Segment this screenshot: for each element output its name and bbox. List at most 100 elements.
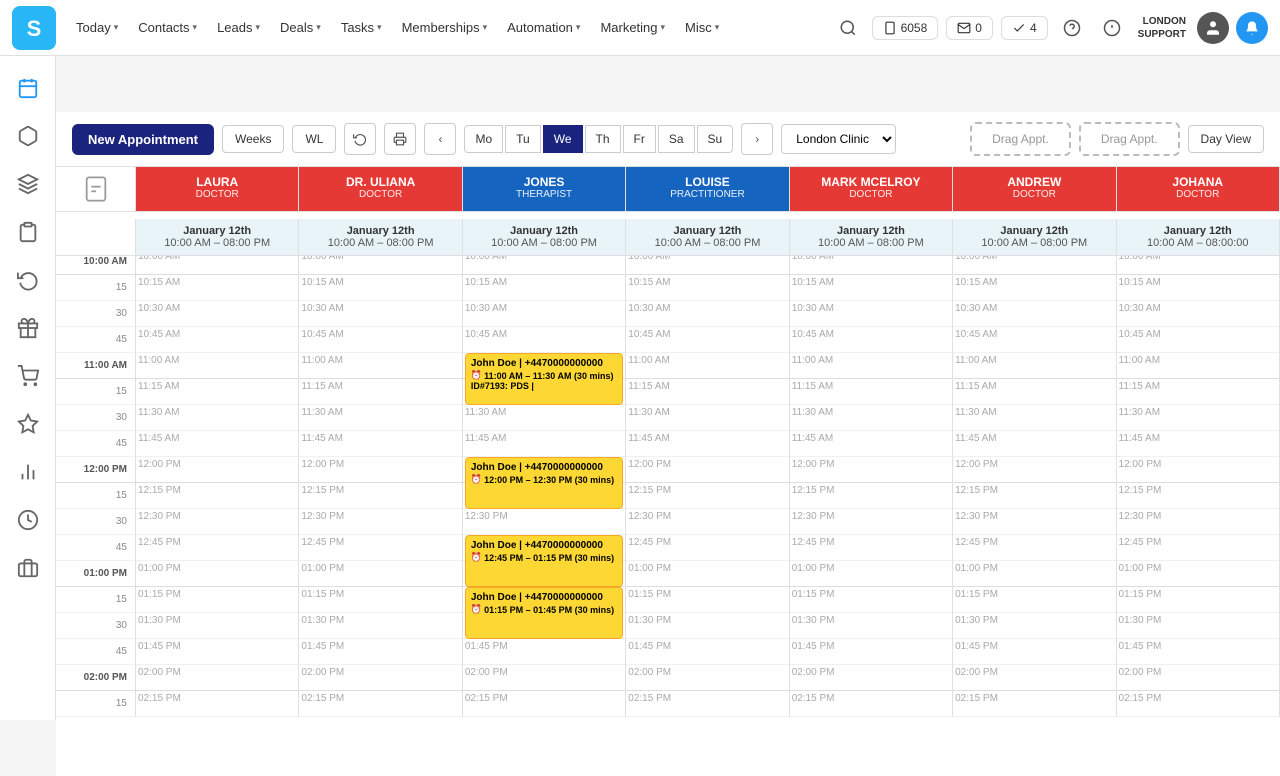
search-button[interactable] <box>830 10 866 46</box>
drag-appt-1[interactable]: Drag Appt. <box>970 122 1071 156</box>
sidebar-box-icon[interactable] <box>8 116 48 156</box>
nav-marketing[interactable]: Marketing ▾ <box>592 14 673 41</box>
time-label-1130: 30 <box>56 405 136 431</box>
slot-laura-1045[interactable]: 10:45 AM <box>136 327 298 353</box>
chevron-down-icon: ▾ <box>576 22 581 33</box>
appointment-jones-4[interactable]: John Doe | +4470000000000 ⏰01:15 PM – 01… <box>465 587 623 639</box>
nav-misc[interactable]: Misc ▾ <box>677 14 727 41</box>
provider-col-jones: 10:00 AM 10:15 AM 10:30 AM 10:45 AM 11:0… <box>463 249 626 717</box>
dates-row: January 12th 10:00 AM – 08:00 PM January… <box>56 219 1280 256</box>
time-label-1345: 45 <box>56 639 136 665</box>
slot-laura-1100[interactable]: 11:00 AM <box>136 353 298 379</box>
nav-automation[interactable]: Automation ▾ <box>499 14 588 41</box>
provider-col-johana: 10:00 AM 10:15 AM 10:30 AM 10:45 AM 11:0… <box>1117 249 1280 717</box>
doctor-mcelroy: Mark McElroy DOCTOR <box>790 167 953 211</box>
drag-appt-2[interactable]: Drag Appt. <box>1079 122 1180 156</box>
time-grid: 10:00 AM 15 30 45 11:00 AM 15 30 45 12:0… <box>56 249 1280 717</box>
appointment-jones-1[interactable]: John Doe | +4470000000000 ⏰11:00 AM – 11… <box>465 353 623 405</box>
provider-col-andrew: 10:00 AM 10:15 AM 10:30 AM 10:45 AM 11:0… <box>953 249 1116 717</box>
slot-laura-1415[interactable]: 02:15 PM <box>136 691 298 717</box>
slot-laura-1300[interactable]: 01:00 PM <box>136 561 298 587</box>
day-sa[interactable]: Sa <box>658 125 695 153</box>
nav-memberships[interactable]: Memberships ▾ <box>394 14 496 41</box>
sidebar-calendar-icon[interactable] <box>8 68 48 108</box>
notification-button[interactable] <box>1236 12 1268 44</box>
chevron-down-icon: ▾ <box>661 22 666 33</box>
time-label-1330: 30 <box>56 613 136 639</box>
day-th[interactable]: Th <box>585 125 621 153</box>
sidebar-layers-icon[interactable] <box>8 164 48 204</box>
slot-laura-1230[interactable]: 12:30 PM <box>136 509 298 535</box>
phone-badge[interactable]: 6058 <box>872 16 939 40</box>
sidebar-clipboard-icon[interactable] <box>8 212 48 252</box>
date-johana: January 12th 10:00 AM – 08:00:00 <box>1117 219 1280 255</box>
user-avatar[interactable] <box>1197 12 1229 44</box>
time-label-1215: 15 <box>56 483 136 509</box>
weeks-button[interactable]: Weeks <box>222 125 284 153</box>
sidebar-chart-icon[interactable] <box>8 452 48 492</box>
chevron-down-icon: ▾ <box>377 22 382 33</box>
day-view-button[interactable]: Day View <box>1188 125 1264 153</box>
sidebar-history-icon[interactable] <box>8 260 48 300</box>
provider-col-uliana: 10:00 AM 10:15 AM 10:30 AM 10:45 AM 11:0… <box>299 249 462 717</box>
nav-today[interactable]: Today ▾ <box>68 14 126 41</box>
email-badge[interactable]: 0 <box>946 16 993 40</box>
svg-text:S: S <box>27 16 42 41</box>
support-label: LONDONSUPPORT <box>1138 15 1186 41</box>
sidebar-clock-icon[interactable] <box>8 500 48 540</box>
slot-laura-1015[interactable]: 10:15 AM <box>136 275 298 301</box>
time-label-1315: 15 <box>56 587 136 613</box>
slot-laura-1315[interactable]: 01:15 PM <box>136 587 298 613</box>
nav-leads[interactable]: Leads ▾ <box>209 14 268 41</box>
appointment-jones-3[interactable]: John Doe | +4470000000000 ⏰12:45 PM – 01… <box>465 535 623 587</box>
time-label-1030: 30 <box>56 301 136 327</box>
clinic-selector[interactable]: London Clinic <box>781 124 896 154</box>
provider-col-mcelroy: 10:00 AM 10:15 AM 10:30 AM 10:45 AM 11:0… <box>790 249 953 717</box>
slot-laura-1345[interactable]: 01:45 PM <box>136 639 298 665</box>
nav-tasks[interactable]: Tasks ▾ <box>333 14 390 41</box>
chevron-down-icon: ▾ <box>316 22 321 33</box>
slot-laura-1130[interactable]: 11:30 AM <box>136 405 298 431</box>
day-fr[interactable]: Fr <box>623 125 656 153</box>
day-su[interactable]: Su <box>697 125 734 153</box>
day-we[interactable]: We <box>543 125 583 153</box>
sidebar-star-icon[interactable] <box>8 404 48 444</box>
refresh-button[interactable] <box>344 123 376 155</box>
prev-week-button[interactable]: ‹ <box>424 123 456 155</box>
time-label-1145: 45 <box>56 431 136 457</box>
app-logo[interactable]: S <box>12 6 56 50</box>
nav-contacts[interactable]: Contacts ▾ <box>130 14 205 41</box>
day-tu[interactable]: Tu <box>505 125 541 153</box>
help-button[interactable] <box>1054 10 1090 46</box>
slot-laura-1145[interactable]: 11:45 AM <box>136 431 298 457</box>
slot-laura-1330[interactable]: 01:30 PM <box>136 613 298 639</box>
sidebar-cart-icon[interactable] <box>8 356 48 396</box>
chevron-down-icon: ▾ <box>715 22 720 33</box>
slot-laura-1215[interactable]: 12:15 PM <box>136 483 298 509</box>
print-button[interactable] <box>384 123 416 155</box>
provider-columns: 10:00 AM 10:15 AM 10:30 AM 10:45 AM 11:0… <box>136 249 1280 717</box>
calendar-container: LAURA DOCTOR Dr. Uliana DOCTOR Jones THE… <box>56 167 1280 717</box>
sidebar-gift-icon[interactable] <box>8 308 48 348</box>
time-label-1245: 45 <box>56 535 136 561</box>
nav-deals[interactable]: Deals ▾ <box>272 14 329 41</box>
new-appointment-button[interactable]: New Appointment <box>72 124 214 155</box>
time-label-1115: 15 <box>56 379 136 405</box>
slot-laura-1245[interactable]: 12:45 PM <box>136 535 298 561</box>
appointment-jones-2[interactable]: John Doe | +4470000000000 ⏰12:00 PM – 12… <box>465 457 623 509</box>
time-label-1200: 12:00 PM <box>56 457 136 483</box>
info-button[interactable] <box>1094 10 1130 46</box>
time-labels: 10:00 AM 15 30 45 11:00 AM 15 30 45 12:0… <box>56 249 136 717</box>
slot-laura-1400[interactable]: 02:00 PM <box>136 665 298 691</box>
wl-button[interactable]: WL <box>292 125 336 153</box>
day-mo[interactable]: Mo <box>464 125 503 153</box>
tasks-badge[interactable]: 4 <box>1001 16 1048 40</box>
doctor-johana: JOHANA DOCTOR <box>1117 167 1280 211</box>
next-week-button[interactable]: › <box>741 123 773 155</box>
slot-laura-1200[interactable]: 12:00 PM <box>136 457 298 483</box>
slot-laura-1030[interactable]: 10:30 AM <box>136 301 298 327</box>
date-mcelroy: January 12th 10:00 AM – 08:00 PM <box>790 219 953 255</box>
slot-laura-1115[interactable]: 11:15 AM <box>136 379 298 405</box>
sidebar-bag-icon[interactable] <box>8 548 48 588</box>
calendar-toolbar: New Appointment Weeks WL ‹ Mo Tu We Th F… <box>56 112 1280 167</box>
